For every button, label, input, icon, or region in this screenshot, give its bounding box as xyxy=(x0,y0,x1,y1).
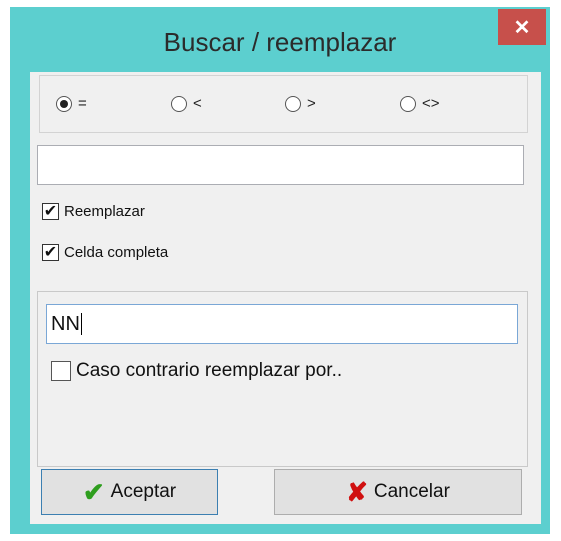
replace-group: NN Caso contrario reemplazar por.. xyxy=(37,291,528,467)
celda-completa-label: Celda completa xyxy=(64,244,169,261)
operator-not-equal-radio[interactable]: <> xyxy=(400,95,440,112)
dialog-window: Buscar / reemplazar ✕ = < > <> ✔ Reempla… xyxy=(10,7,550,534)
reemplazar-option[interactable]: ✔ Reemplazar xyxy=(42,203,145,220)
operator-less-radio[interactable]: < xyxy=(171,95,202,112)
cancel-button[interactable]: ✘ Cancelar xyxy=(274,469,522,515)
cross-icon: ✘ xyxy=(346,476,368,507)
checkbox-unchecked-icon[interactable] xyxy=(51,361,71,381)
search-input[interactable] xyxy=(37,145,524,185)
reemplazar-label: Reemplazar xyxy=(64,203,145,220)
operator-not-equal-label: <> xyxy=(422,95,440,112)
otherwise-replace-label: Caso contrario reemplazar por.. xyxy=(76,360,343,381)
checkmark-icon: ✔ xyxy=(82,476,105,507)
operator-less-label: < xyxy=(193,95,202,112)
dialog-title: Buscar / reemplazar xyxy=(163,27,397,57)
checkbox-checked-icon[interactable]: ✔ xyxy=(42,203,59,220)
title-bar[interactable]: Buscar / reemplazar ✕ xyxy=(10,7,550,72)
radio-selected-icon[interactable] xyxy=(56,95,72,112)
radio-icon[interactable] xyxy=(400,95,416,112)
operator-greater-radio[interactable]: > xyxy=(285,95,316,112)
operator-equal-label: = xyxy=(78,95,87,112)
checkbox-checked-icon[interactable]: ✔ xyxy=(42,244,59,261)
operator-greater-label: > xyxy=(307,95,316,112)
otherwise-replace-option[interactable]: Caso contrario reemplazar por.. xyxy=(51,360,342,382)
close-button[interactable]: ✕ xyxy=(498,9,546,45)
radio-icon[interactable] xyxy=(171,95,187,112)
dialog-body: = < > <> ✔ Reemplazar ✔ Celda completa N… xyxy=(30,72,541,524)
cancel-button-label: Cancelar xyxy=(373,481,450,502)
accept-button[interactable]: ✔ Aceptar xyxy=(41,469,218,515)
text-caret xyxy=(80,313,82,335)
radio-icon[interactable] xyxy=(285,95,301,112)
replace-input[interactable]: NN xyxy=(46,304,518,344)
accept-button-label: Aceptar xyxy=(110,481,177,502)
close-icon: ✕ xyxy=(513,16,531,39)
operator-panel: = < > <> xyxy=(39,75,528,133)
operator-equal-radio[interactable]: = xyxy=(56,95,87,112)
replace-input-value: NN xyxy=(51,312,80,335)
celda-completa-option[interactable]: ✔ Celda completa xyxy=(42,244,168,261)
